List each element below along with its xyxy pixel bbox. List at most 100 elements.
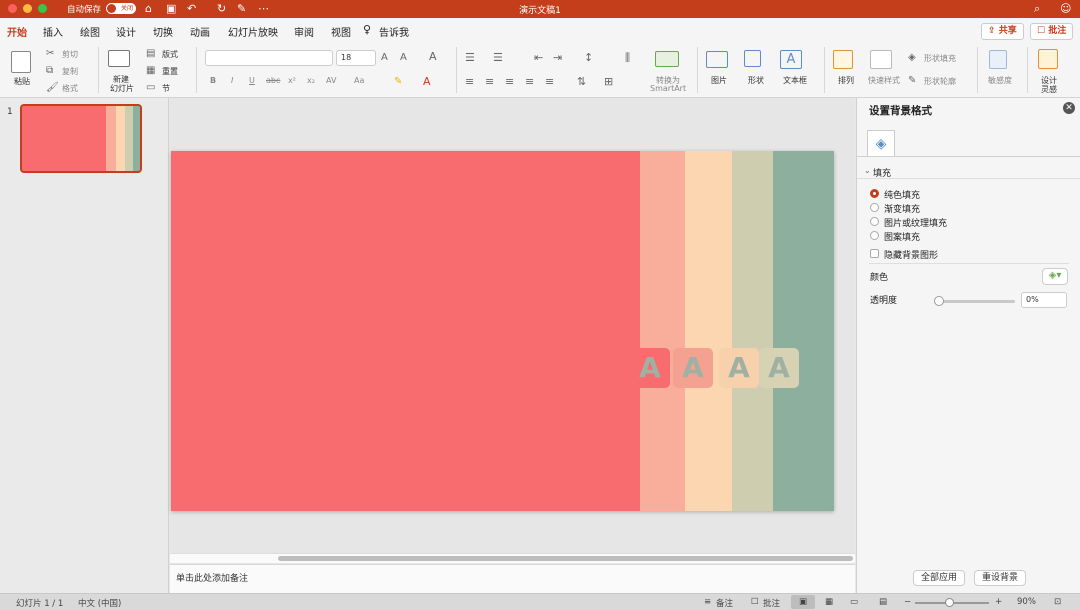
designer-icon[interactable] <box>1038 49 1058 69</box>
picture-fill-label[interactable]: 图片或纹理填充 <box>884 216 947 229</box>
horizontal-scrollbar[interactable] <box>170 553 855 563</box>
bullets-icon[interactable]: ☰ <box>465 51 475 65</box>
fill-bucket-icon[interactable]: ◈ <box>908 51 916 65</box>
share-button[interactable]: ⇪ 共享 <box>981 23 1024 40</box>
scrollbar-thumb[interactable] <box>278 556 853 561</box>
tell-me[interactable]: 告诉我 <box>379 24 409 39</box>
slider-handle[interactable] <box>934 296 944 306</box>
sensitivity-label[interactable]: 敏感度 <box>988 75 1012 86</box>
notes-placeholder[interactable]: 单击此处添加备注 <box>176 571 248 584</box>
numbering-icon[interactable]: ☰ <box>493 51 503 65</box>
picture-label[interactable]: 图片 <box>711 75 727 86</box>
solid-fill-label[interactable]: 纯色填充 <box>884 188 920 201</box>
justify-icon[interactable]: ≡ <box>525 75 534 89</box>
quick-styles-label[interactable]: 快速样式 <box>868 75 900 86</box>
decrease-indent-icon[interactable]: ⇤ <box>534 51 543 65</box>
strike-button[interactable]: abc <box>266 76 280 85</box>
format-label[interactable]: 格式 <box>62 83 78 94</box>
tab-draw[interactable]: 绘图 <box>80 24 100 39</box>
zoom-handle[interactable] <box>945 598 954 607</box>
sensitivity-icon[interactable] <box>989 50 1007 69</box>
search-icon[interactable]: ⌕ <box>1034 2 1040 15</box>
tab-design[interactable]: 设计 <box>116 24 136 39</box>
tab-home[interactable]: 开始 <box>7 24 27 44</box>
clear-format-icon[interactable]: A <box>429 50 437 64</box>
format-painter-icon[interactable]: 🖌 <box>46 81 59 95</box>
new-slide-icon[interactable] <box>108 50 130 67</box>
color-strip-3[interactable] <box>732 151 773 511</box>
slide-thumbnail[interactable] <box>20 104 142 173</box>
tab-review[interactable]: 审阅 <box>294 24 314 39</box>
convert-label-2[interactable]: SmartArt <box>650 84 686 93</box>
slide-sorter-icon[interactable]: ▦ <box>825 597 833 607</box>
apply-all-button[interactable]: 全部应用 <box>913 570 965 586</box>
fill-tab-icon[interactable]: ◈ <box>867 130 895 156</box>
italic-button[interactable]: I <box>231 76 233 85</box>
letter-tile-2[interactable]: A <box>673 348 713 388</box>
superscript-button[interactable]: x² <box>288 76 296 85</box>
highlight-icon[interactable]: ✎ <box>394 75 402 89</box>
increase-indent-icon[interactable]: ⇥ <box>553 51 562 65</box>
shape-fill-label[interactable]: 形状填充 <box>924 53 956 64</box>
reset-label[interactable]: 重置 <box>162 66 178 77</box>
notes-toggle[interactable]: 备注 <box>716 597 733 609</box>
zoom-out-icon[interactable]: − <box>904 597 911 607</box>
subscript-button[interactable]: x₂ <box>307 76 315 85</box>
paste-label[interactable]: 粘贴 <box>14 76 30 87</box>
zoom-level[interactable]: 90% <box>1017 597 1036 607</box>
picture-icon[interactable] <box>706 51 728 68</box>
smiley-icon[interactable]: ☺ <box>1060 2 1071 15</box>
underline-button[interactable]: U <box>249 76 255 85</box>
char-spacing-button[interactable]: AV <box>326 76 336 85</box>
pattern-fill-radio[interactable] <box>870 231 879 240</box>
textbox-label[interactable]: 文本框 <box>783 75 807 86</box>
shapes-icon[interactable] <box>744 50 761 67</box>
bold-button[interactable]: B <box>210 76 216 85</box>
transparency-slider[interactable] <box>937 300 1015 303</box>
copy-label[interactable]: 复制 <box>62 66 78 77</box>
grow-font-icon[interactable]: A <box>381 51 388 65</box>
textbox-icon[interactable]: A <box>780 50 802 69</box>
outline-pen-icon[interactable]: ✎ <box>908 74 916 88</box>
language-status[interactable]: 中文 (中国) <box>78 597 121 609</box>
comments-icon[interactable]: ☐ <box>751 597 759 607</box>
zoom-in-icon[interactable]: + <box>995 597 1002 607</box>
reset-icon[interactable]: ▦ <box>146 64 155 78</box>
picture-fill-radio[interactable] <box>870 217 879 226</box>
color-picker-button[interactable]: ◈▾ <box>1042 268 1068 285</box>
color-strip-2[interactable] <box>685 151 732 511</box>
notes-pane[interactable]: 单击此处添加备注 <box>170 564 855 593</box>
arrange-icon[interactable] <box>833 50 853 69</box>
smartart-icon[interactable] <box>655 51 679 67</box>
arrange-label[interactable]: 排列 <box>838 75 854 86</box>
reset-background-button[interactable]: 重设背景 <box>974 570 1026 586</box>
notes-icon[interactable]: ≡ <box>704 597 711 607</box>
comments-button[interactable]: ☐ 批注 <box>1030 23 1074 40</box>
hide-bg-label[interactable]: 隐藏背景图形 <box>884 248 938 261</box>
tab-view[interactable]: 视图 <box>331 24 351 39</box>
align-text-icon[interactable]: ⊞ <box>604 75 613 89</box>
align-left-icon[interactable]: ≡ <box>465 75 474 89</box>
shrink-font-icon[interactable]: A <box>400 51 407 65</box>
fit-slide-icon[interactable]: ⊡ <box>1054 597 1061 607</box>
gradient-fill-label[interactable]: 渐变填充 <box>884 202 920 215</box>
transparency-input[interactable]: 0% <box>1021 292 1067 308</box>
text-direction-icon[interactable]: ⇅ <box>577 75 586 89</box>
tab-animations[interactable]: 动画 <box>190 24 210 39</box>
letter-tile-4[interactable]: A <box>759 348 799 388</box>
shape-outline-label[interactable]: 形状轮廓 <box>924 76 956 87</box>
section-icon[interactable]: ▭ <box>146 81 155 95</box>
presenter-view-icon[interactable]: ▤ <box>879 597 887 607</box>
cut-label[interactable]: 剪切 <box>62 49 78 60</box>
font-color-icon[interactable]: A <box>423 75 431 89</box>
letter-tile-1[interactable]: A <box>630 348 670 388</box>
scissors-icon[interactable]: ✂ <box>46 47 54 61</box>
tab-transitions[interactable]: 切换 <box>153 24 173 39</box>
copy-icon[interactable]: ⧉ <box>46 64 53 78</box>
quick-styles-icon[interactable] <box>870 50 892 69</box>
reading-view-icon[interactable]: ▭ <box>850 597 858 607</box>
solid-fill-radio[interactable] <box>870 189 879 198</box>
tab-insert[interactable]: 插入 <box>43 24 63 39</box>
new-slide-label-2[interactable]: 幻灯片 <box>110 83 134 94</box>
gradient-fill-radio[interactable] <box>870 203 879 212</box>
